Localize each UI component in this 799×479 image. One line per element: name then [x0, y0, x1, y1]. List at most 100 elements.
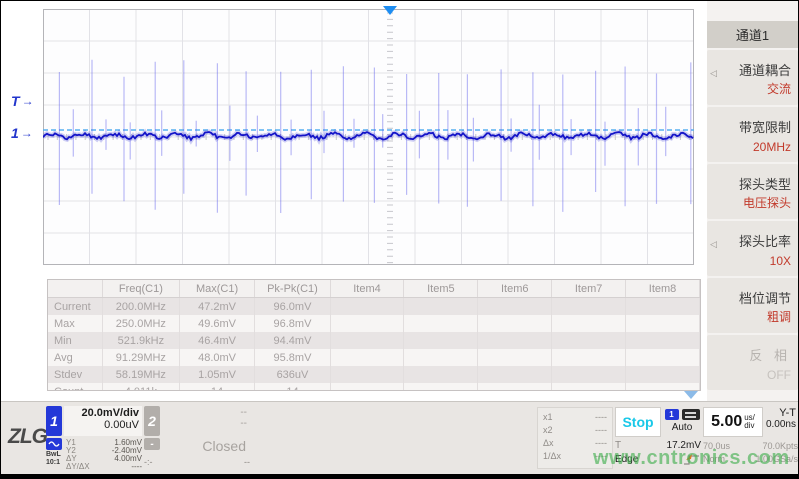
channel1-scale: 20.0mV/div	[64, 407, 139, 419]
trigger-sweep-mode[interactable]: Auto	[672, 422, 693, 433]
meas-cell: 200.0MHz	[103, 298, 180, 316]
y-cursor-row: ΔY/ΔX----	[66, 463, 142, 471]
channel2-status-block[interactable]: 2 -- -- - Closed -:- --	[144, 406, 250, 466]
oscilloscope-screen: T→ 1→ Freq(C1)Max(C1)Pk-Pk(C1)Item4Item5…	[0, 0, 799, 479]
meas-cell	[626, 332, 700, 349]
meas-cell	[478, 366, 552, 383]
menu-item-label: 通道耦合	[739, 60, 791, 79]
menu-item-label: 带宽限制	[739, 117, 791, 136]
bottom-edge	[1, 474, 799, 479]
meas-cell: 4.011k	[103, 383, 180, 391]
meas-cell	[626, 383, 700, 391]
menu-item-4[interactable]: ◁ 探头比率 10X	[707, 221, 798, 276]
watermark: www.cntronics.com	[593, 447, 790, 470]
meas-cell: 91.29MHz	[103, 349, 180, 366]
menu-item-label: 档位调节	[739, 288, 791, 307]
meas-row-max: Max250.0MHz49.6mV96.8mV	[48, 315, 700, 332]
meas-cell	[626, 298, 700, 316]
meas-row-label: Avg	[48, 349, 103, 366]
channel2-sub-badge: -	[144, 438, 160, 450]
expand-left-icon: ◁	[710, 239, 717, 250]
meas-cell: 48.0mV	[179, 349, 255, 366]
measurement-table: Freq(C1)Max(C1)Pk-Pk(C1)Item4Item5Item6I…	[47, 279, 701, 391]
menu-item-value: 交流	[767, 80, 791, 97]
meas-cell: 96.0mV	[255, 298, 330, 316]
channel1-offset: 0.00uV	[64, 419, 139, 431]
menu-item-2[interactable]: 带宽限制 20MHz	[707, 107, 798, 162]
trigger-level-label: T	[11, 93, 20, 109]
meas-column-header: Item7	[552, 280, 626, 298]
meas-cell	[404, 315, 478, 332]
meas-column-header: Item6	[478, 280, 552, 298]
meas-cell	[478, 349, 552, 366]
menu-title: 通道1	[707, 21, 798, 48]
meas-cell: 58.19MHz	[103, 366, 180, 383]
meas-cell: 46.4mV	[179, 332, 255, 349]
meas-row-label: Count	[48, 383, 103, 391]
meas-cell	[478, 298, 552, 316]
meas-cell: 250.0MHz	[103, 315, 180, 332]
x-cursor-row: x2----	[543, 424, 607, 437]
meas-cell: 1.05mV	[179, 366, 255, 383]
channel1-status-block[interactable]: 1 20.0mV/div 0.00uV BwL 10:1 Y11.60mVY2-…	[46, 406, 142, 471]
meas-cell	[478, 332, 552, 349]
meas-cell: 521.9kHz	[103, 332, 180, 349]
meas-cell	[404, 332, 478, 349]
trigger-delay: 0.00ns	[765, 419, 796, 430]
trigger-level-marker[interactable]: T→	[11, 93, 34, 109]
meas-cell	[404, 349, 478, 366]
channel2-status: Closed	[160, 438, 250, 454]
meas-row-stdev: Stdev58.19MHz1.05mV636uV	[48, 366, 700, 383]
channel2-bottom-left: -:-	[144, 458, 153, 466]
meas-cell	[404, 383, 478, 391]
meas-row-label: Current	[48, 298, 103, 316]
meas-cell	[626, 366, 700, 383]
bandwidth-limit-indicator: BwL	[46, 451, 61, 458]
menu-item-label: 探头比率	[739, 231, 791, 250]
channel-menu-panel: 通道1 ◁通道耦合交流带宽限制 20MHz 探头类型电压探头 ◁ 探头比率 10X 档位调节…	[707, 1, 798, 401]
meas-cell	[552, 349, 626, 366]
menu-item-value: 电压探头	[743, 194, 791, 211]
menu-item-1[interactable]: ◁通道耦合交流	[707, 50, 798, 105]
meas-cell: 49.6mV	[179, 315, 255, 332]
meas-cell: 636uV	[255, 366, 330, 383]
menu-item-value: 20MHz	[753, 140, 791, 154]
meas-cell	[478, 383, 552, 391]
menu-item-value: 10X	[770, 254, 791, 268]
menu-item-3[interactable]: 探头类型电压探头	[707, 164, 798, 219]
timebase-scale-box[interactable]: 5.00 us/div	[703, 407, 763, 437]
probe-ratio-indicator: 10:1	[46, 459, 60, 466]
meas-cell: 14	[255, 383, 330, 391]
waveform-display	[43, 9, 694, 265]
menu-item-5[interactable]: 档位调节粗调	[707, 278, 798, 333]
meas-cell	[330, 315, 404, 332]
menu-item-6[interactable]: 反 相OFF	[707, 335, 798, 390]
trigger-position-marker-icon[interactable]	[383, 6, 397, 15]
meas-row-min: Min521.9kHz46.4mV94.4mV	[48, 332, 700, 349]
ac-coupling-icon	[46, 438, 62, 450]
meas-cell	[330, 383, 404, 391]
meas-row-avg: Avg91.29MHz48.0mV95.8mV	[48, 349, 700, 366]
timebase-scale: 5.00	[711, 413, 742, 431]
channel1-badge[interactable]: 1	[46, 406, 62, 436]
meas-cell	[552, 366, 626, 383]
menu-item-label: 探头类型	[739, 174, 791, 193]
meas-cell	[552, 332, 626, 349]
channel1-position-marker[interactable]: 1→	[11, 125, 33, 141]
channel2-badge[interactable]: 2	[144, 406, 160, 436]
channel1-marker-label: 1	[11, 125, 19, 141]
table-scroll-down-icon[interactable]	[684, 391, 698, 399]
menu-item-value: OFF	[767, 368, 791, 382]
run-stop-indicator[interactable]: Stop	[615, 407, 661, 437]
y-cursor-readouts: Y11.60mVY2-2.40mVΔY4.00mVΔY/ΔX----	[66, 438, 142, 471]
meas-cell	[404, 298, 478, 316]
menu-item-value: 粗调	[767, 308, 791, 325]
meas-column-header: Item5	[404, 280, 478, 298]
meas-column-header: Freq(C1)	[103, 280, 180, 298]
meas-cell: 95.8mV	[255, 349, 330, 366]
meas-cell	[330, 332, 404, 349]
waveform-svg	[43, 9, 694, 265]
right-arrow-icon: →	[22, 94, 34, 108]
channel2-scale: --	[162, 407, 247, 418]
meas-cell	[626, 349, 700, 366]
